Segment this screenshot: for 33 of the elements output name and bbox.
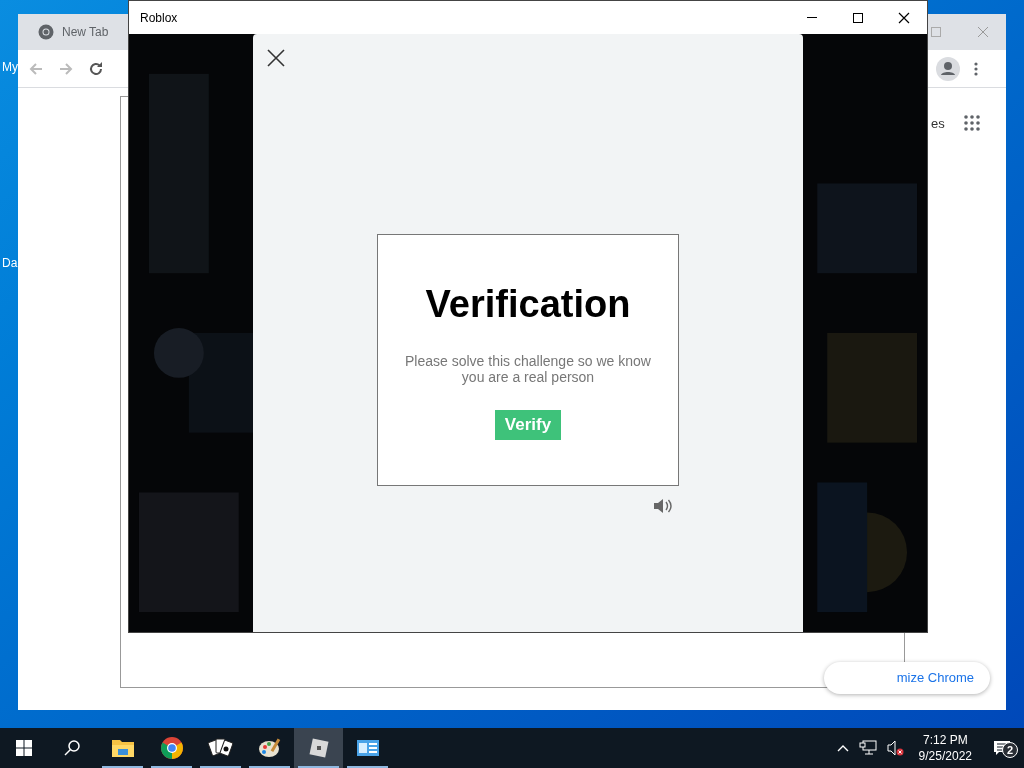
window-title: Roblox (140, 9, 178, 27)
profile-icon[interactable] (936, 56, 960, 81)
apps-grid-icon[interactable] (964, 115, 980, 131)
control-panel-icon (355, 738, 380, 758)
palette-icon (257, 737, 282, 759)
clock-date[interactable]: 9/25/2022 (918, 748, 972, 764)
chevron-up-icon[interactable] (836, 744, 849, 752)
reload-icon[interactable] (88, 60, 104, 77)
images-link[interactable]: es (931, 114, 945, 134)
taskbar-app[interactable] (294, 728, 343, 768)
close-icon (977, 26, 989, 38)
customize-chrome-button[interactable]: mize Chrome (824, 662, 990, 694)
notification-badge: 2 (1002, 742, 1018, 758)
folder-icon (110, 737, 135, 759)
desktop-icon-label[interactable]: Da (2, 254, 18, 272)
search-icon (64, 740, 80, 756)
chrome-icon (159, 736, 184, 760)
verification-title: Verification (425, 285, 631, 323)
browser-tab[interactable]: New Tab (30, 18, 117, 46)
chrome-logo-icon (38, 24, 54, 40)
speaker-muted-icon[interactable] (886, 740, 905, 756)
network-icon[interactable] (858, 740, 877, 756)
close-button[interactable] (266, 48, 286, 68)
speaker-icon[interactable] (653, 498, 673, 514)
cards-icon (207, 737, 234, 759)
challenge-message: Please solve this challenge so we know you are a real person (404, 353, 652, 385)
close-icon (267, 49, 285, 67)
desktop-icon-label[interactable]: My (2, 58, 18, 76)
notifications-button[interactable]: 2 (980, 728, 1024, 768)
windows-logo-icon (16, 740, 32, 756)
close-icon (898, 11, 910, 24)
menu-icon[interactable] (974, 61, 978, 76)
clock-time[interactable]: 7:12 PM (922, 732, 968, 748)
